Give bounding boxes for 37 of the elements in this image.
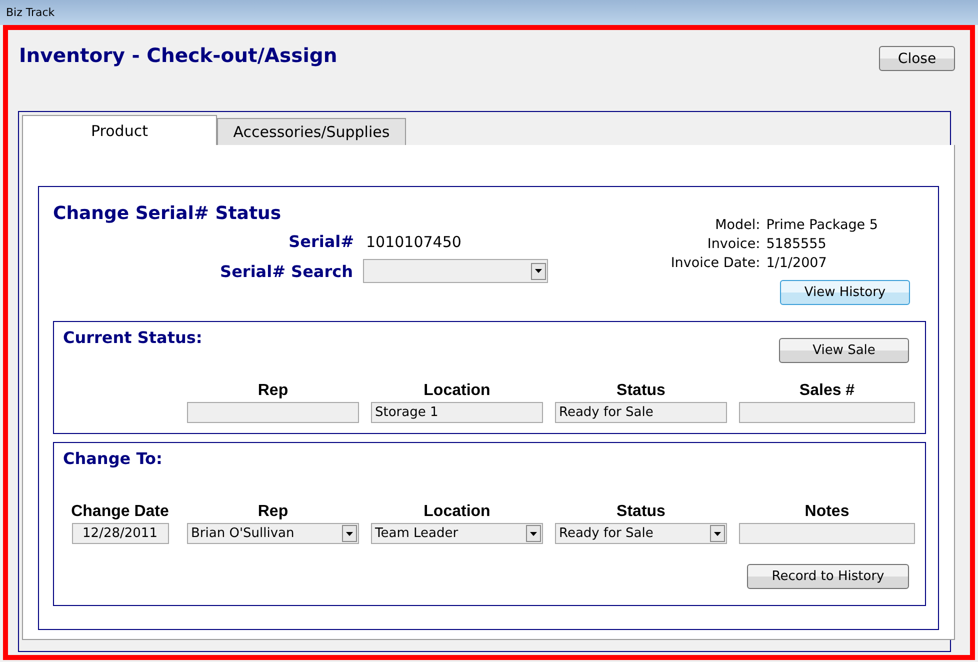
dropdown-field[interactable]: Brian O'Sullivan (187, 523, 359, 544)
dropdown-field[interactable]: Team Leader (371, 523, 543, 544)
info-label: Model: (714, 216, 760, 235)
column-label: Change Date (71, 503, 169, 522)
info-label: Invoice Date: (670, 254, 760, 273)
serial-value: 1010107450 (366, 232, 462, 250)
tab[interactable]: Product (22, 115, 217, 145)
section-title: Change Serial# Status (53, 203, 282, 224)
serial-label: Serial# (288, 232, 354, 251)
panel-title: Current Status: (63, 328, 202, 347)
tab[interactable]: Accessories/Supplies (217, 118, 406, 145)
column-label: Status (616, 382, 666, 401)
column-label: Rep (258, 382, 288, 401)
column-label: Notes (804, 503, 850, 522)
column-label: Location (424, 503, 490, 522)
info-value: 5185555 (766, 235, 828, 254)
serial-search-label: Serial# Search (220, 262, 353, 280)
serial-search-dropdown[interactable] (363, 259, 548, 283)
page-title: Inventory - Check-out/Assign (19, 44, 338, 67)
column-label: Location (424, 382, 490, 401)
panel-title: Change To: (63, 449, 162, 468)
close-button[interactable]: Close (879, 46, 955, 71)
date-field[interactable]: 12/28/2011 (72, 523, 168, 544)
dropdown-field[interactable]: Ready for Sale (555, 523, 727, 544)
column-label: Rep (258, 503, 288, 522)
info-label: Invoice: (706, 235, 760, 254)
status-field: Storage 1 (371, 402, 543, 423)
info-value: 1/1/2007 (766, 254, 828, 273)
window-title: Biz Track (6, 6, 55, 19)
text-field[interactable] (739, 523, 915, 544)
record-to-history-button[interactable]: Record to History (747, 564, 909, 589)
info-value: Prime Package 5 (766, 216, 878, 235)
status-field: Ready for Sale (555, 402, 727, 423)
column-label: Sales # (799, 382, 855, 401)
view-history-button[interactable]: View History (780, 280, 910, 305)
view-sale-button[interactable]: View Sale (779, 338, 909, 363)
column-label: Status (616, 503, 666, 522)
